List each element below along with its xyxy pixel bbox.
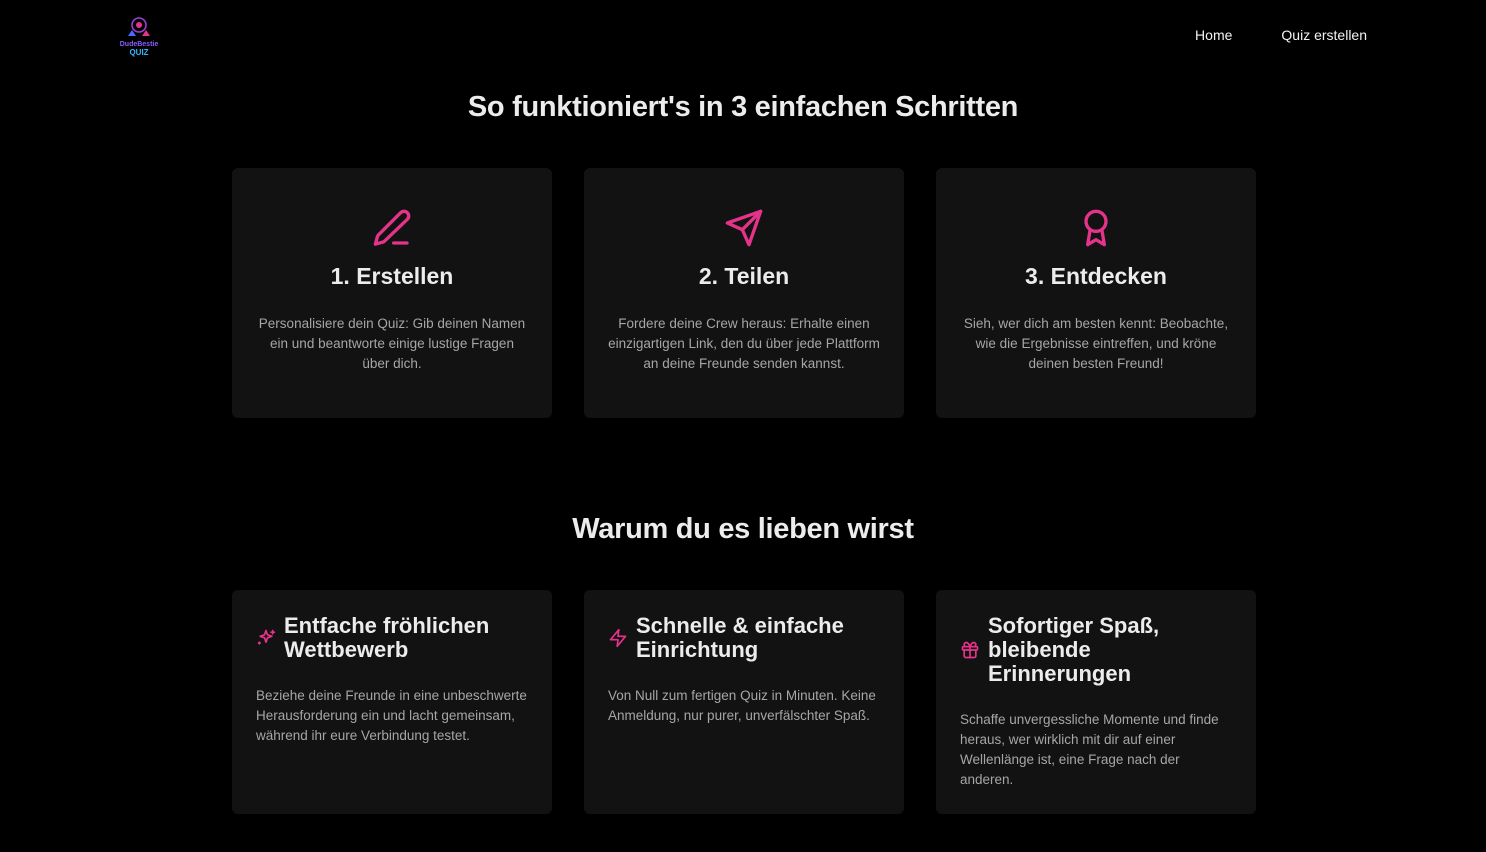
page: DudeBestie QUIZ Home Quiz erstellen So f… [0,0,1486,852]
nav-create-quiz-link[interactable]: Quiz erstellen [1281,27,1367,43]
logo-top-text: DudeBestie [120,41,159,48]
feature-text: Von Null zum fertigen Quiz in Minuten. K… [608,688,876,723]
award-icon [1084,209,1108,247]
top-nav: Home Quiz erstellen [1195,27,1367,43]
step-card-discover: 3. Entdecken Sieh, wer dich am besten ke… [936,168,1256,418]
feature-title: Entfache fröhlichen Wettbewerb [284,613,490,662]
nav-home-link[interactable]: Home [1195,27,1232,43]
step-text: Fordere deine Crew heraus: Erhalte einen… [608,316,880,371]
feature-card-memories: Sofortiger Spaß, bleibende Erinnerungen … [936,590,1256,814]
step-title: 2. Teilen [698,263,790,289]
logo-bottom-text: QUIZ [129,48,148,57]
feature-header: Schnelle & einfache Einrichtung [608,614,884,662]
step-text: Sieh, wer dich am besten kennt: Beobacht… [963,316,1229,371]
pencil-icon [373,209,411,246]
step-title: 3. Entdecken [1025,263,1167,289]
features-heading: Warum du es lieben wirst [572,513,914,545]
send-icon [725,209,763,247]
feature-text: Beziehe deine Freunde in eine unbeschwer… [256,688,527,743]
feature-header: Sofortiger Spaß, bleibende Erinnerungen [960,614,1236,686]
feature-card-setup: Schnelle & einfache Einrichtung Von Null… [584,590,904,814]
feature-title: Sofortiger Spaß, bleibende Erinnerungen [988,613,1160,686]
step-card-share: 2. Teilen Fordere deine Crew heraus: Erh… [584,168,904,418]
logo[interactable]: DudeBestie QUIZ [118,14,160,58]
step-card-create: 1. Erstellen Personalisiere dein Quiz: G… [232,168,552,418]
zap-icon [609,628,627,648]
feature-title: Schnelle & einfache Einrichtung [636,613,844,662]
feature-card-competition: Entfache fröhlichen Wettbewerb Beziehe d… [232,590,552,814]
feature-header: Entfache fröhlichen Wettbewerb [256,614,532,662]
feature-text: Schaffe unvergessliche Momente und finde… [960,712,1219,787]
step-text: Personalisiere dein Quiz: Gib deinen Nam… [258,316,526,371]
steps-heading: So funktioniert's in 3 einfachen Schritt… [467,91,1019,123]
gift-icon [961,641,979,659]
sparkles-icon [257,629,276,645]
step-title: 1. Erstellen [330,263,454,289]
